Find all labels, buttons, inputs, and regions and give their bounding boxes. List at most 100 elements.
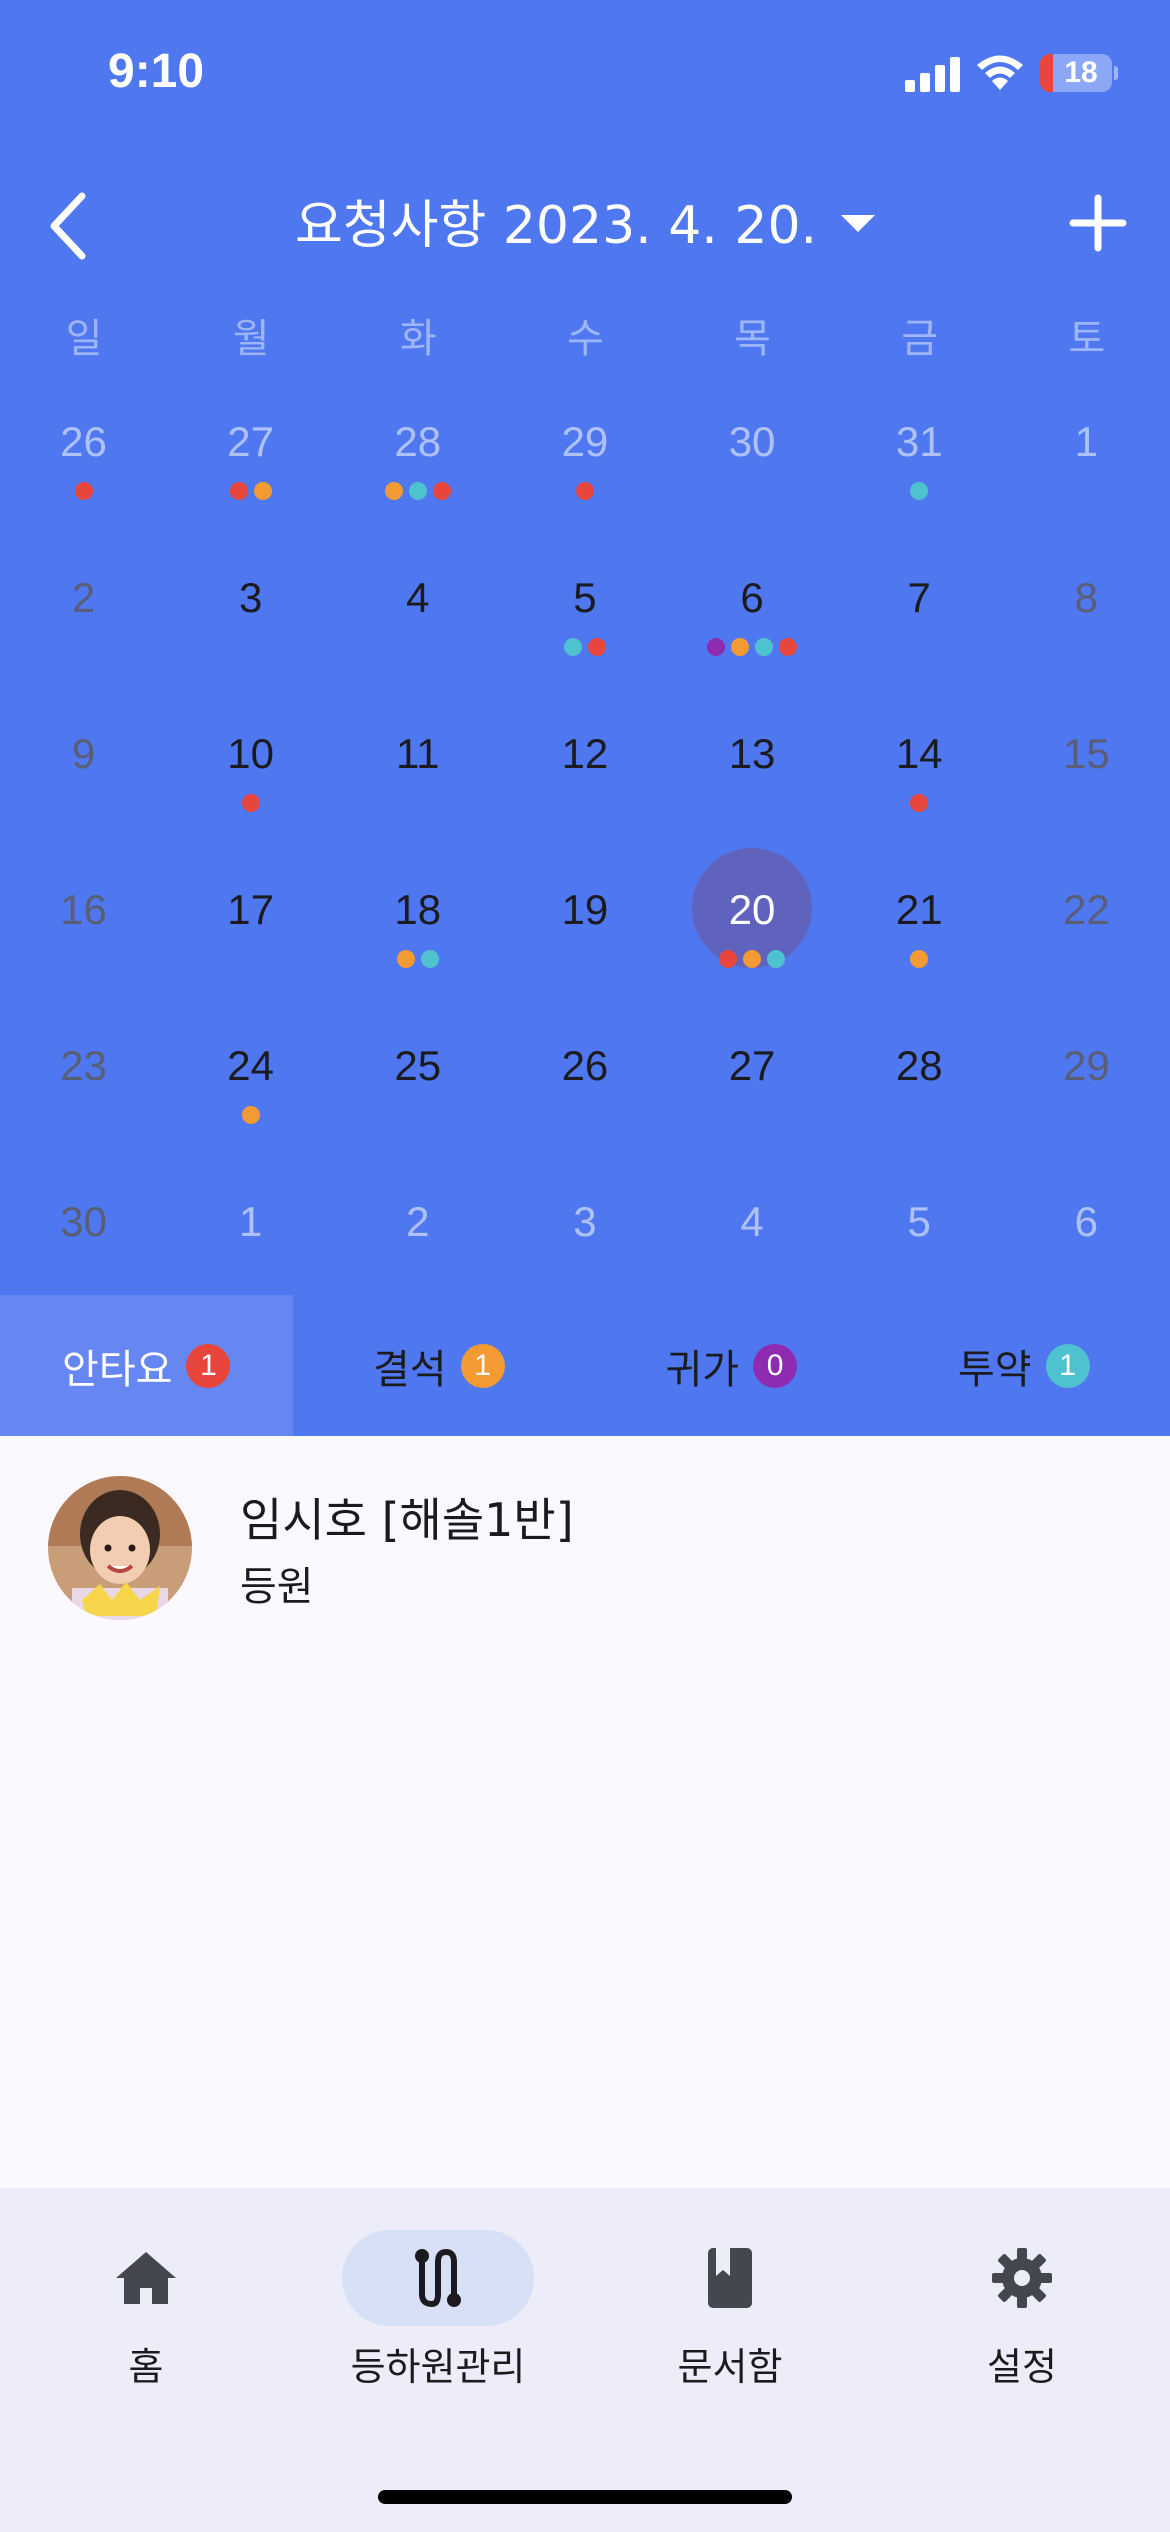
event-dot (229, 482, 248, 500)
event-dot (420, 950, 439, 968)
calendar-day[interactable]: 25 (334, 1036, 501, 1192)
calendar-day[interactable]: 28 (334, 412, 501, 568)
calendar-day[interactable]: 5 (501, 568, 668, 724)
weekday-label: 일 (65, 316, 103, 362)
calendar-week-row: 16 17 18 19 20 21 22 (0, 848, 1170, 1036)
day-number: 29 (561, 418, 609, 465)
calendar-day[interactable]: 2 (0, 568, 167, 724)
calendar-day[interactable]: 20 (669, 848, 836, 1036)
calendar-day[interactable]: 26 (0, 412, 167, 568)
calendar-day[interactable]: 17 (167, 880, 334, 1036)
calendar-day[interactable]: 28 (836, 1036, 1003, 1192)
day-number: 1 (1074, 418, 1099, 465)
calendar-day[interactable]: 22 (1003, 880, 1170, 1036)
weekday-label: 화 (399, 316, 437, 362)
calendar-day[interactable]: 9 (0, 724, 167, 880)
day-number: 28 (895, 1042, 943, 1089)
event-dots (334, 950, 501, 968)
calendar-day[interactable]: 12 (501, 724, 668, 880)
calendar-day[interactable]: 27 (669, 1036, 836, 1192)
calendar-day[interactable]: 14 (836, 724, 1003, 880)
event-dots (836, 794, 1003, 812)
add-button[interactable] (1068, 190, 1128, 256)
weekday-label: 수 (567, 316, 604, 362)
calendar-day[interactable]: 1 (1003, 412, 1170, 568)
tab-label: 귀가 (665, 1346, 740, 1393)
day-number: 23 (60, 1042, 107, 1089)
list-item[interactable]: 임시호 [해솔1반] 등원 (0, 1436, 1170, 1636)
event-dot (755, 638, 774, 656)
tab-1[interactable]: 결석 1 (293, 1295, 586, 1436)
child-name: 임시호 [해솔1반] (240, 1493, 574, 1547)
nav-label-documents: 문서함 (677, 2345, 783, 2389)
calendar-day[interactable]: 6 (669, 568, 836, 724)
nav-item-settings[interactable]: 설정 (876, 2188, 1168, 2418)
date-title-dropdown[interactable]: 요청사항 2023. 4. 20. (0, 180, 1170, 260)
day-number: 25 (394, 1042, 442, 1089)
calendar-day[interactable]: 30 (669, 412, 836, 568)
nav-item-home[interactable]: 홈 (0, 2188, 292, 2418)
event-dot (910, 482, 929, 500)
calendar-day[interactable]: 21 (836, 880, 1003, 1036)
event-dot (743, 950, 762, 968)
event-dot (910, 950, 929, 968)
nav-label-attendance: 등하원관리 (350, 2345, 526, 2389)
calendar-day[interactable]: 8 (1003, 568, 1170, 724)
event-dot (74, 482, 93, 500)
day-number: 30 (728, 418, 776, 465)
gear-icon (992, 2248, 1052, 2308)
day-number: 28 (394, 418, 442, 465)
event-dot (910, 794, 929, 812)
calendar-day[interactable]: 7 (836, 568, 1003, 724)
event-dot (731, 638, 750, 656)
calendar-day[interactable]: 27 (167, 412, 334, 568)
event-dots (334, 482, 501, 500)
calendar-day[interactable]: 24 (167, 1036, 334, 1192)
calendar-day[interactable]: 11 (334, 724, 501, 880)
tab-0[interactable]: 안타요 1 (0, 1295, 293, 1436)
day-number: 29 (1062, 1042, 1110, 1089)
event-dot (408, 482, 427, 500)
nav-item-attendance[interactable]: 등하원관리 (292, 2188, 584, 2418)
caret-down-icon (841, 214, 876, 232)
calendar-day[interactable]: 18 (334, 880, 501, 1036)
event-dots (669, 950, 836, 968)
day-number: 1 (238, 1198, 263, 1245)
day-number: 17 (227, 886, 274, 933)
tab-3[interactable]: 투약 1 (878, 1295, 1170, 1436)
calendar-day[interactable]: 31 (836, 412, 1003, 568)
event-dots (0, 482, 167, 500)
event-dots (669, 638, 836, 656)
calendar-day[interactable]: 15 (1003, 724, 1170, 880)
calendar-day[interactable]: 19 (501, 880, 668, 1036)
cellular-signal-icon (905, 56, 961, 92)
day-number: 2 (71, 574, 96, 621)
day-number: 5 (573, 574, 597, 621)
battery-level: 18 (1064, 56, 1098, 89)
day-number: 31 (895, 418, 943, 465)
event-dot (779, 638, 798, 656)
day-number: 22 (1062, 886, 1110, 933)
calendar-day[interactable]: 10 (167, 724, 334, 880)
calendar-day[interactable]: 29 (501, 412, 668, 568)
day-number: 11 (395, 730, 440, 777)
count-badge: 1 (1045, 1343, 1090, 1388)
count-badge: 0 (753, 1343, 798, 1388)
battery-tip (1114, 66, 1118, 80)
event-dot (432, 482, 451, 500)
day-number: 27 (728, 1042, 776, 1089)
calendar-day[interactable]: 23 (0, 1036, 167, 1192)
home-icon (116, 2252, 176, 2304)
nav-item-documents[interactable]: 문서함 (584, 2188, 876, 2418)
calendar-day[interactable]: 3 (167, 568, 334, 724)
calendar-day[interactable]: 26 (501, 1036, 668, 1192)
calendar-week-row: 23 24 25 26 27 28 29 (0, 1036, 1170, 1192)
calendar-day[interactable]: 4 (334, 568, 501, 724)
calendar-day[interactable]: 29 (1003, 1036, 1170, 1192)
calendar-day[interactable]: 16 (0, 880, 167, 1036)
tab-2[interactable]: 귀가 0 (585, 1295, 878, 1436)
event-dots (501, 638, 668, 656)
day-number: 12 (561, 730, 609, 777)
tab-label: 투약 (957, 1346, 1032, 1393)
event-dot (241, 1106, 260, 1124)
